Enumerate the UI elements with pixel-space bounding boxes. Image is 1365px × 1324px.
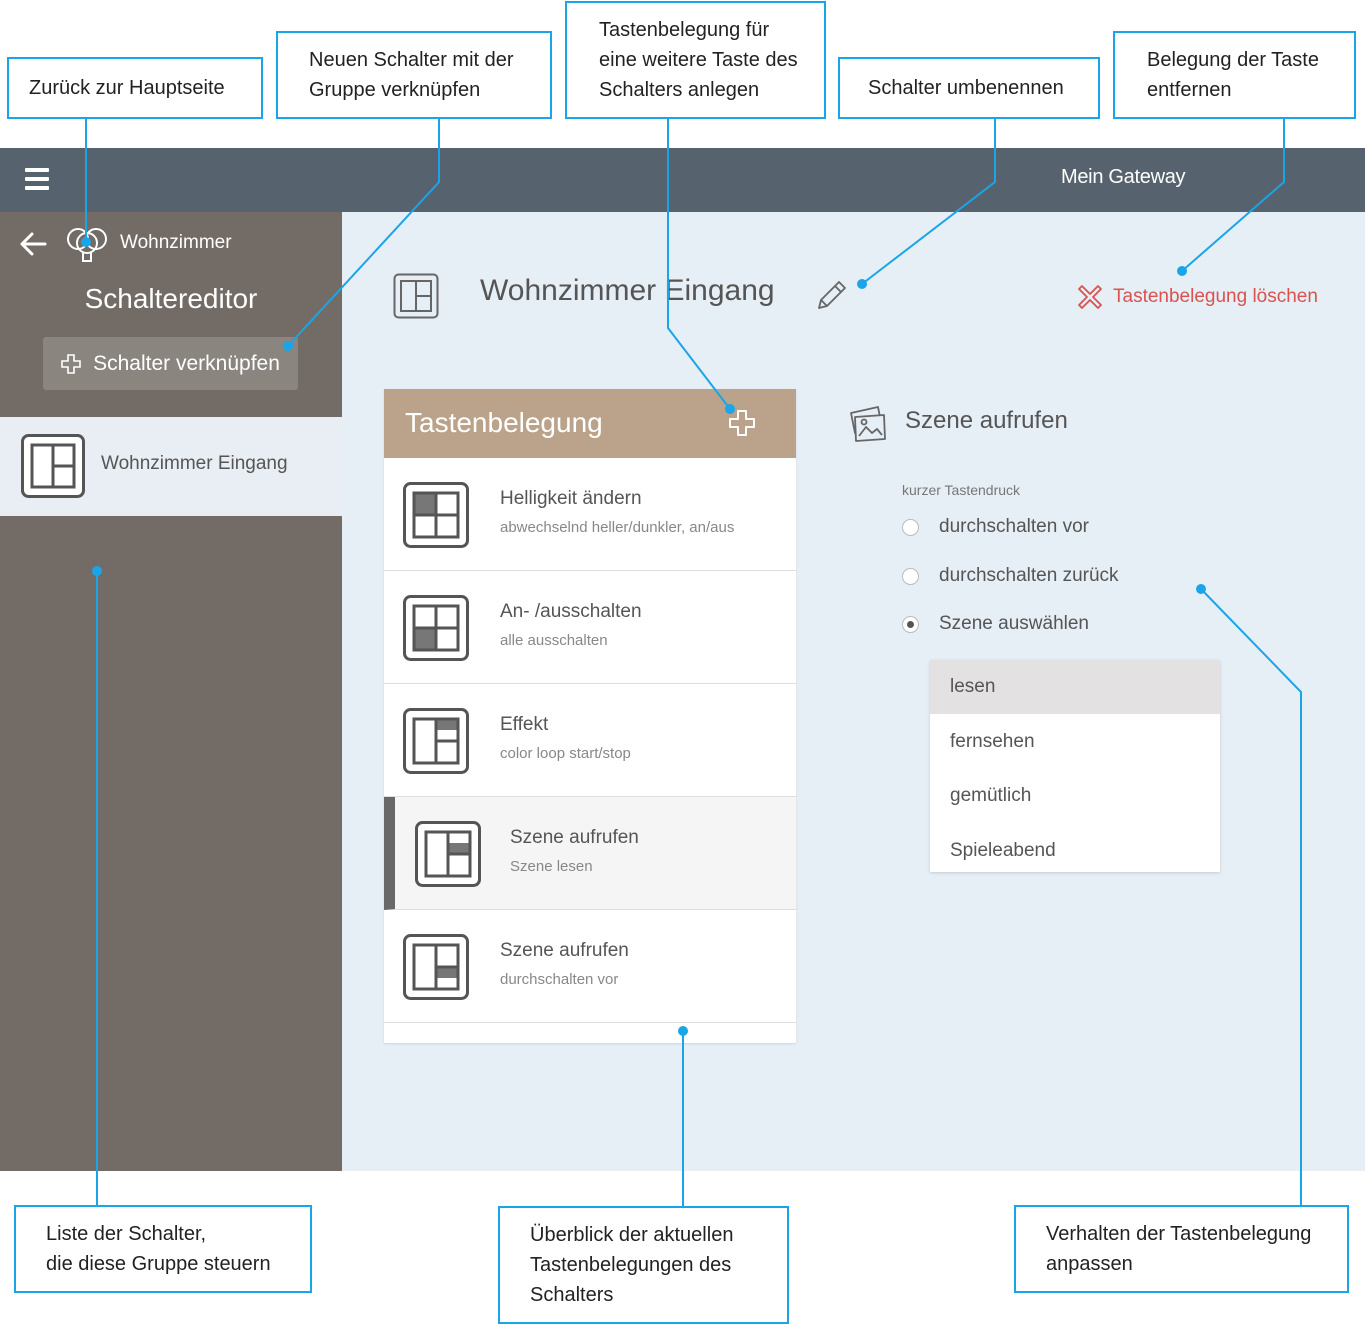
switch-title: Wohnzimmer Eingang: [480, 274, 775, 307]
key-top-left-icon: [403, 482, 469, 548]
link-switch-button[interactable]: Schalter verknüpfen: [43, 337, 298, 390]
behavior-title: Szene aufrufen: [905, 407, 1068, 434]
plus-icon[interactable]: [728, 409, 756, 437]
key-row-selected[interactable]: Szene aufrufen Szene lesen: [384, 797, 796, 910]
key-bottom-right-icon: [403, 934, 469, 1000]
key-top-right-icon: [403, 708, 469, 774]
close-icon: [1078, 285, 1102, 309]
scene-item[interactable]: gemütlich: [930, 769, 1220, 823]
key-row-subtitle: color loop start/stop: [500, 745, 631, 762]
option-label: durchschalten vor: [939, 516, 1089, 537]
scene-item-selected[interactable]: lesen: [930, 660, 1220, 714]
delete-key-label: Tastenbelegung löschen: [1113, 286, 1318, 307]
option-label: Szene auswählen: [939, 613, 1089, 634]
scene-item[interactable]: fernsehen: [930, 715, 1220, 769]
option-label: durchschalten zurück: [939, 565, 1119, 586]
option-step-back[interactable]: durchschalten zurück: [902, 565, 1119, 587]
menu-icon[interactable]: [25, 168, 49, 190]
callout-remove-key: Belegung der Taste entfernen: [1113, 31, 1356, 119]
key-row-title: Szene aufrufen: [500, 940, 629, 961]
scene-icon: [850, 406, 886, 442]
key-row-title: Effekt: [500, 714, 549, 735]
scene-item[interactable]: Spieleabend: [930, 824, 1220, 878]
callout-behavior: Verhalten der Tastenbelegung anpassen: [1014, 1205, 1349, 1293]
callout-link-switch: Neuen Schalter mit der Gruppe verknüpfen: [276, 31, 552, 119]
key-right-middle-icon: [415, 821, 481, 887]
key-row-title: Helligkeit ändern: [500, 488, 642, 509]
callout-overview: Überblick der aktuellen Tastenbelegungen…: [498, 1206, 789, 1324]
key-row-title: Szene aufrufen: [510, 827, 639, 848]
key-bottom-left-icon: [403, 595, 469, 661]
breadcrumb-room[interactable]: Wohnzimmer: [120, 232, 232, 254]
callout-back: Zurück zur Hauptseite: [7, 57, 263, 119]
key-assignment-panel: Tastenbelegung Helligkeit ändern abwechs…: [384, 389, 796, 1043]
switch-icon: [393, 273, 439, 319]
callout-rename: Schalter umbenennen: [838, 57, 1100, 119]
back-arrow-icon[interactable]: [18, 229, 48, 259]
gateway-name[interactable]: Mein Gateway: [1061, 166, 1186, 189]
short-press-label: kurzer Tastendruck: [902, 482, 1021, 498]
sidebar-title: Schaltereditor: [84, 283, 258, 314]
delete-key-button[interactable]: Tastenbelegung löschen: [1077, 284, 1318, 310]
panel-title: Tastenbelegung: [405, 407, 603, 438]
key-row[interactable]: Szene aufrufen durchschalten vor: [384, 910, 796, 1023]
bulbs-icon: [67, 228, 107, 262]
key-row-subtitle: durchschalten vor: [500, 971, 619, 988]
callout-switch-list: Liste der Schalter, die diese Gruppe ste…: [14, 1205, 312, 1293]
radio-button-checked[interactable]: [902, 615, 919, 633]
link-switch-label: Schalter verknüpfen: [93, 351, 280, 375]
pencil-icon[interactable]: [815, 278, 847, 312]
plus-icon: [61, 353, 81, 374]
callout-add-key: Tastenbelegung für eine weitere Taste de…: [565, 1, 826, 119]
scene-list: lesen fernsehen gemütlich Spieleabend: [930, 660, 1220, 872]
radio-button[interactable]: [902, 518, 919, 536]
switch-list-item-label: Wohnzimmer Eingang: [101, 453, 288, 474]
option-step-forward[interactable]: durchschalten vor: [902, 516, 1089, 538]
key-row-subtitle: alle ausschalten: [500, 632, 608, 649]
key-row[interactable]: Effekt color loop start/stop: [384, 684, 796, 797]
radio-button[interactable]: [902, 567, 919, 585]
key-row[interactable]: Helligkeit ändern abwechselnd heller/dun…: [384, 458, 796, 571]
panel-header: Tastenbelegung: [384, 389, 796, 458]
option-select-scene[interactable]: Szene auswählen: [902, 613, 1089, 635]
key-row-subtitle: abwechselnd heller/dunkler, an/aus: [500, 519, 735, 536]
key-row-title: An- /ausschalten: [500, 601, 642, 622]
switch-icon: [21, 434, 85, 498]
switch-list-empty: [0, 516, 342, 1171]
key-row-subtitle: Szene lesen: [510, 858, 593, 875]
key-row[interactable]: An- /ausschalten alle ausschalten: [384, 571, 796, 684]
